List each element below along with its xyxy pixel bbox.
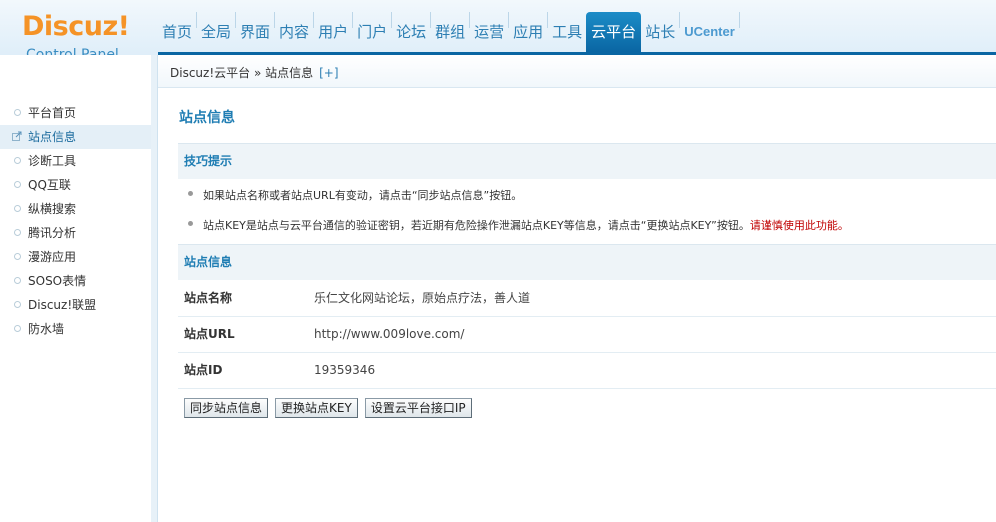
sidebar-item-diagnostics[interactable]: 诊断工具 [0,149,152,173]
breadcrumb-text: Discuz!云平台 » 站点信息 [+] [170,64,339,81]
sidebar-item-roaming-apps[interactable]: 漫游应用 [0,245,152,269]
add-shortcut-link[interactable]: [+] [319,66,338,80]
main-content: 站点信息 技巧提示 如果站点名称或者站点URL有变动，请点击“同步站点信息”按钮… [178,88,996,522]
breadcrumb: Discuz!云平台 » 站点信息 [+] [158,55,996,88]
nav-apps[interactable]: 应用 [509,12,547,52]
breadcrumb-path: Discuz!云平台 » 站点信息 [170,66,314,80]
nav-home[interactable]: 首页 [158,12,196,52]
tip-item: 如果站点名称或者站点URL有变动，请点击“同步站点信息”按钮。 [178,187,996,203]
bullet-icon [14,229,21,236]
sidebar-item-label: 站点信息 [28,130,77,144]
logo[interactable]: Discuz! Control Panel [0,0,155,64]
field-key: 站点ID [184,363,223,377]
bullet-icon [14,277,21,284]
nav-groups-label[interactable]: 群组 [431,12,469,52]
nav-portal-label[interactable]: 门户 [353,12,391,52]
bullet-icon [14,109,21,116]
sidebar-item-label: 腾讯分析 [28,226,77,240]
bullet-icon [14,205,21,212]
bullet-icon [14,181,21,188]
tip-warning: 请谨慎使用此功能。 [749,219,849,232]
sidebar-item-soso-emoticons[interactable]: SOSO表情 [0,269,152,293]
sidebar-item-label: 漫游应用 [28,250,77,264]
sidebar-item-label: 诊断工具 [28,154,77,168]
sidebar-item-label: SOSO表情 [28,274,87,288]
logo-brand: Discuz! [22,11,130,42]
nav-divider [738,12,740,28]
nav-tools[interactable]: 工具 [548,12,586,52]
field-key: 站点URL [184,327,235,341]
tip-text: 如果站点名称或者站点URL有变动，请点击“同步站点信息”按钮。 [203,189,523,202]
sidebar-item-discuz-union[interactable]: Discuz!联盟 [0,293,152,317]
nav-portal[interactable]: 门户 [353,12,391,52]
set-cloud-ip-button[interactable]: 设置云平台接口IP [364,398,472,418]
bullet-icon [188,191,193,196]
sidebar-item-label: QQ互联 [28,178,71,192]
sidebar-item-qq-connect[interactable]: QQ互联 [0,173,152,197]
nav-tools-label[interactable]: 工具 [548,12,586,52]
page-title: 站点信息 [179,110,235,126]
nav-content-label[interactable]: 内容 [275,12,313,52]
field-key: 站点名称 [184,291,233,305]
tip-text: 站点KEY是站点与云平台通信的验证密钥，若近期有危险操作泄漏站点KEY等信息，请… [203,219,750,232]
external-link-icon [12,131,22,141]
sidebar-item-label: 平台首页 [28,106,77,120]
action-buttons: 同步站点信息 更换站点KEY 设置云平台接口IP [184,398,472,418]
sidebar-item-label: Discuz!联盟 [28,298,97,312]
top-nav: 首页 全局 界面 内容 用户 门户 论坛 群组 运营 应用 工具 云平台 站长 … [158,12,740,52]
sidebar-item-search[interactable]: 纵横搜索 [0,197,152,221]
sidebar-item-site-info[interactable]: 站点信息 [0,125,152,149]
field-site-id: 站点ID 19359346 [178,353,996,389]
field-value: 乐仁文化网站论坛，原始点疗法，善人道 [314,291,531,305]
nav-cloud[interactable]: 云平台 [586,12,642,52]
bullet-icon [188,221,193,226]
sidebar-item-label: 防水墙 [28,322,65,336]
sidebar-item-label: 纵横搜索 [28,202,77,216]
field-value: 19359346 [314,363,376,377]
nav-operations[interactable]: 运营 [470,12,508,52]
bullet-icon [14,253,21,260]
nav-global-label[interactable]: 全局 [197,12,235,52]
sidebar-item-firewall[interactable]: 防水墙 [0,317,152,341]
bullet-icon [14,301,21,308]
sidebar-item-platform-home[interactable]: 平台首页 [0,101,152,125]
nav-webmaster[interactable]: 站长 [641,12,679,52]
tips-header: 技巧提示 [178,143,996,179]
tip-item: 站点KEY是站点与云平台通信的验证密钥，若近期有危险操作泄漏站点KEY等信息，请… [178,217,996,233]
nav-apps-label[interactable]: 应用 [509,12,547,52]
site-info-header: 站点信息 [178,244,996,280]
bullet-icon [14,325,21,332]
nav-ucenter-label[interactable]: UCenter [680,12,739,52]
sidebar: 平台首页 站点信息 诊断工具 QQ互联 纵横搜索 腾讯分析 漫游应用 SOSO表… [0,55,158,522]
sidebar-menu: 平台首页 站点信息 诊断工具 QQ互联 纵横搜索 腾讯分析 漫游应用 SOSO表… [0,101,152,341]
nav-global[interactable]: 全局 [197,12,235,52]
field-value: http://www.009love.com/ [314,327,465,341]
sync-site-info-button[interactable]: 同步站点信息 [184,398,269,418]
nav-cloud-label[interactable]: 云平台 [586,12,641,52]
nav-groups[interactable]: 群组 [431,12,469,52]
nav-webmaster-label[interactable]: 站长 [641,12,679,52]
nav-ucenter[interactable]: UCenter [680,12,739,52]
sidebar-item-tencent-analytics[interactable]: 腾讯分析 [0,221,152,245]
header: Discuz! Control Panel 首页 全局 界面 内容 用户 门户 … [0,0,996,64]
field-site-url: 站点URL http://www.009love.com/ [178,317,996,353]
sidebar-rail [151,55,157,522]
change-site-key-button[interactable]: 更换站点KEY [275,398,358,418]
nav-users[interactable]: 用户 [314,12,352,52]
bullet-icon [14,157,21,164]
nav-home-label[interactable]: 首页 [158,12,196,52]
nav-content[interactable]: 内容 [275,12,313,52]
nav-operations-label[interactable]: 运营 [470,12,508,52]
nav-interface[interactable]: 界面 [236,12,274,52]
nav-forum-label[interactable]: 论坛 [392,12,430,52]
nav-interface-label[interactable]: 界面 [236,12,274,52]
nav-users-label[interactable]: 用户 [314,12,352,52]
field-site-name: 站点名称 乐仁文化网站论坛，原始点疗法，善人道 [178,281,996,317]
nav-forum[interactable]: 论坛 [392,12,430,52]
